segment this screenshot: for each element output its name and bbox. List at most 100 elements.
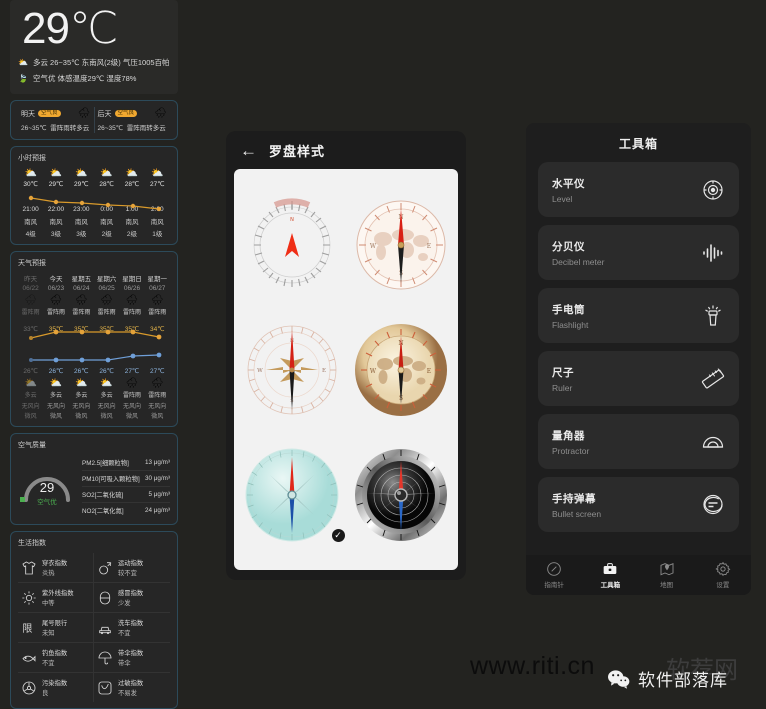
daily-item: 星期五 06/24 🌧 雷阵雨 — [69, 273, 94, 316]
compass-style-option-5[interactable]: ✓ — [242, 445, 346, 545]
hourly-wind: 南风 — [125, 219, 139, 227]
back-arrow-icon[interactable]: ← — [240, 142, 257, 159]
daily-night-cond: 多云 — [75, 393, 88, 400]
daily-night-item: 🌧 雷阵雨 无风向 微风 — [119, 376, 144, 420]
compass-style-option-2[interactable]: N S W E — [351, 195, 451, 295]
nav-item-toolbox[interactable]: 工具箱 — [582, 561, 638, 589]
life-index-item[interactable]: 紫外线指数 中等 — [18, 583, 94, 614]
pollution-icon — [22, 681, 36, 695]
life-index-value: 带伞 — [118, 660, 131, 668]
life-index-value: 不宜 — [42, 660, 55, 668]
pollutant-label: NO2[二氧化氮] — [82, 508, 124, 516]
two-day-cell[interactable]: 明天 空气良 🌧 26~35℃ 雷阵雨转多云 — [18, 107, 94, 133]
umbrella-icon — [98, 651, 112, 665]
current-air-text: 空气优 体感温度29℃ 湿度78% — [32, 74, 137, 84]
daily-night-cond: 多云 — [49, 393, 62, 400]
daily-wind-level: 微风 — [75, 414, 88, 421]
wechat-icon — [608, 669, 630, 689]
daily-low: 26℃ — [74, 368, 89, 376]
daily-wind-level: 微风 — [125, 414, 138, 421]
toolbox-item-bullet-screen[interactable]: 手持弹幕 Bullet screen — [538, 477, 739, 532]
nav-item-compass[interactable]: 指南针 — [526, 561, 582, 589]
life-index-value: 较不宜 — [118, 570, 137, 578]
daily-night-cond: 多云 — [24, 393, 37, 400]
daily-date: 06/25 — [98, 285, 115, 293]
life-index-item[interactable]: 过敏指数 不易发 — [94, 673, 170, 702]
partly-cloudy-icon: ⛅ — [24, 378, 37, 390]
daily-night-item: ⛅ 多云 无风向 微风 — [69, 376, 94, 420]
daily-forecast-card: 天气预报 昨天 06/22 🌧 雷阵雨 今天 06/23 🌧 雷阵雨 星期五 0… — [10, 251, 178, 428]
life-index-item[interactable]: 穿衣指数 炎热 — [18, 553, 94, 584]
current-conditions-text: 多云 26~35℃ 东南风(2级) 气压1005百帕 — [32, 58, 170, 68]
uv-icon — [22, 591, 36, 605]
daily-wind: 无风向 — [122, 404, 141, 411]
tool-name-en: Protractor — [552, 445, 590, 456]
compass-style-option-1[interactable]: N — [242, 195, 342, 295]
two-day-strip: 明天 空气良 🌧 26~35℃ 雷阵雨转多云 后天 空气良 🌧 26~35℃ 雷… — [18, 107, 171, 134]
hourly-temp: 30℃ — [23, 181, 38, 189]
hourly-temp: 28℃ — [124, 181, 140, 189]
daily-low: 26℃ — [99, 368, 114, 376]
ruler-icon — [701, 367, 725, 389]
pollutant-value: 5 μg/m³ — [148, 491, 170, 499]
life-index-value: 少发 — [118, 600, 131, 608]
life-index-item[interactable]: 钓鱼指数 不宜 — [18, 643, 94, 674]
compass-style-topbar: ← 罗盘样式 — [226, 131, 466, 169]
nav-item-map[interactable]: 地图 — [639, 561, 695, 589]
protractor-icon — [702, 436, 724, 448]
daily-name: 星期一 — [147, 276, 168, 284]
toolbox-item-ruler[interactable]: 尺子 Ruler — [538, 351, 739, 406]
tool-name-cn: 手电筒 — [552, 303, 585, 316]
daily-wind: 无风向 — [46, 404, 65, 411]
waveform-icon — [703, 243, 723, 262]
two-day-forecast-card[interactable]: 明天 空气良 🌧 26~35℃ 雷阵雨转多云 后天 空气良 🌧 26~35℃ 雷… — [10, 100, 178, 141]
tool-name-en: Ruler — [552, 382, 573, 393]
toolbox-item-decibel-meter[interactable]: 分贝仪 Decibel meter — [538, 225, 739, 280]
toolbox-item-protractor[interactable]: 量角器 Protractor — [538, 414, 739, 469]
daily-night-item: ⛅ 多云 无风向 微风 — [94, 376, 119, 420]
tool-name-cn: 尺子 — [552, 366, 574, 379]
daily-date: 06/24 — [73, 285, 90, 293]
nav-item-settings[interactable]: 设置 — [695, 561, 751, 589]
toolbox-item-flashlight[interactable]: 手电筒 Flashlight — [538, 288, 739, 343]
life-index-value: 中等 — [42, 600, 55, 608]
tool-name-cn: 量角器 — [552, 429, 585, 442]
hourly-forecast-card: 小时预报 ⛅ 30℃ 21:00 南风 4级 ⛅ 29℃ 22:00 南风 3级… — [10, 146, 178, 246]
leaf-icon: 🍃 — [18, 74, 28, 84]
minimal-gray-compass-icon: N — [253, 197, 330, 287]
air-quality-row: SO2[二氧化硫] 5 μg/m³ — [82, 487, 170, 504]
toolbox-item-level[interactable]: 水平仪 Level — [538, 162, 739, 217]
pollutant-label: SO2[二氧化硫] — [82, 492, 124, 500]
life-index-name: 过敏指数 — [118, 680, 144, 688]
daily-name: 星期五 — [71, 276, 92, 284]
current-temperature: 29℃ — [22, 4, 118, 53]
compass-style-option-3[interactable]: N S W E — [242, 320, 342, 420]
daily-cond: 雷阵雨 — [97, 310, 116, 317]
life-index-item[interactable]: 限 尾号限行 未知 — [18, 613, 94, 644]
partly-cloudy-icon: ⛅ — [100, 378, 113, 390]
rain-icon: 🌧 — [150, 378, 164, 390]
life-index-item[interactable]: 污染指数 良 — [18, 673, 94, 703]
hourly-wind-level: 2级 — [126, 231, 138, 239]
pollutant-value: 24 μg/m³ — [145, 507, 170, 515]
hourly-wind-level: 3级 — [76, 231, 87, 239]
hourly-wind-level: 2级 — [101, 231, 112, 239]
watermark-brand-text: 软件部落库 — [638, 671, 728, 690]
compass-style-option-4[interactable]: N S W E — [351, 320, 451, 420]
sport-icon — [99, 561, 112, 575]
hourly-wind-level: 4级 — [25, 231, 36, 239]
daily-wind: 无风向 — [72, 404, 91, 411]
fish-icon — [22, 655, 36, 662]
compass-style-option-6[interactable] — [351, 445, 451, 545]
watermark-url: www.riti.cn — [470, 652, 595, 680]
life-index-item[interactable]: 运动指数 较不宜 — [94, 553, 170, 584]
mint-classic-compass-icon — [245, 448, 338, 541]
two-day-cell[interactable]: 后天 空气良 🌧 26~35℃ 雷阵雨转多云 — [93, 107, 171, 134]
life-index-item[interactable]: 洗车指数 不宜 — [94, 613, 170, 644]
chrome-black-compass-icon — [354, 448, 447, 541]
svg-text:W: W — [369, 243, 376, 250]
life-index-item[interactable]: 带伞指数 带伞 — [94, 643, 170, 674]
life-index-card: 生活指数 穿衣指数 炎热 运动指数 较不宜 紫外线指数 中等 感冒指数 少发 限… — [10, 531, 178, 709]
hourly-wind: 南风 — [150, 219, 164, 227]
life-index-item[interactable]: 感冒指数 少发 — [94, 583, 170, 614]
